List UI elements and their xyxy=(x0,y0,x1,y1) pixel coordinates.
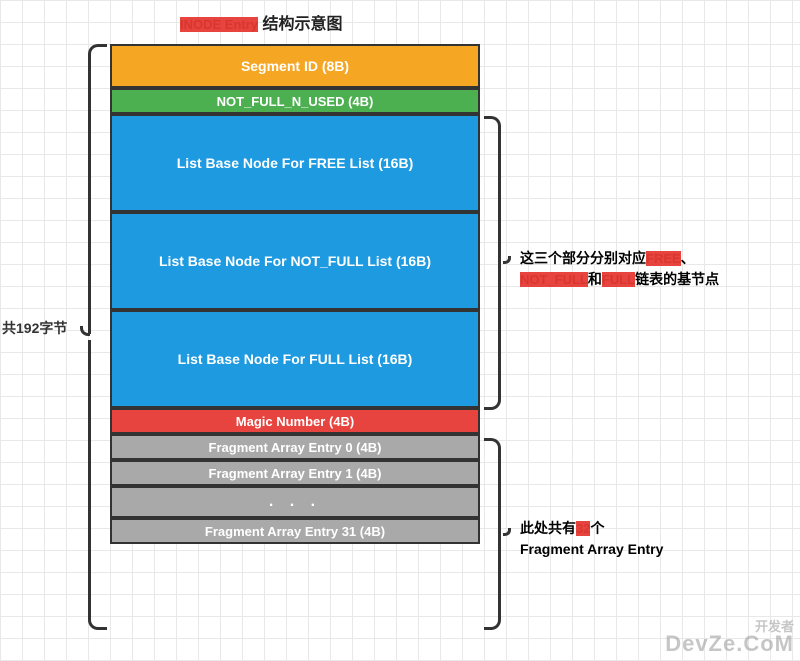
right-brace-frag xyxy=(485,438,505,630)
cell-not-full-n-used: NOT_FULL_N_USED (4B) xyxy=(110,88,480,114)
cell-list-full: List Base Node For FULL List (16B) xyxy=(110,310,480,408)
title-red: INODE Entry xyxy=(180,17,258,32)
annotation-frag: 此处共有32个 Fragment Array Entry xyxy=(520,518,780,560)
annotation-lists: 这三个部分分别对应FREE、 NOT_FULL和FULL链表的基节点 xyxy=(520,248,780,290)
cell-frag-1: Fragment Array Entry 1 (4B) xyxy=(110,460,480,486)
left-brace xyxy=(80,44,108,630)
right-brace-lists xyxy=(485,116,505,410)
title-rest: 结构示意图 xyxy=(258,16,342,33)
cell-list-notfull: List Base Node For NOT_FULL List (16B) xyxy=(110,212,480,310)
diagram-title: INODE Entry 结构示意图 xyxy=(180,10,342,34)
cell-dots: . . . xyxy=(110,486,480,518)
left-size-label: 共192字节 xyxy=(2,318,67,338)
cell-list-free: List Base Node For FREE List (16B) xyxy=(110,114,480,212)
cell-frag-0: Fragment Array Entry 0 (4B) xyxy=(110,434,480,460)
watermark: 开发者 DevZe.CoM xyxy=(665,620,794,655)
cell-frag-31: Fragment Array Entry 31 (4B) xyxy=(110,518,480,544)
cell-segment-id: Segment ID (8B) xyxy=(110,44,480,88)
inode-stack: Segment ID (8B) NOT_FULL_N_USED (4B) Lis… xyxy=(110,44,480,544)
cell-magic: Magic Number (4B) xyxy=(110,408,480,434)
